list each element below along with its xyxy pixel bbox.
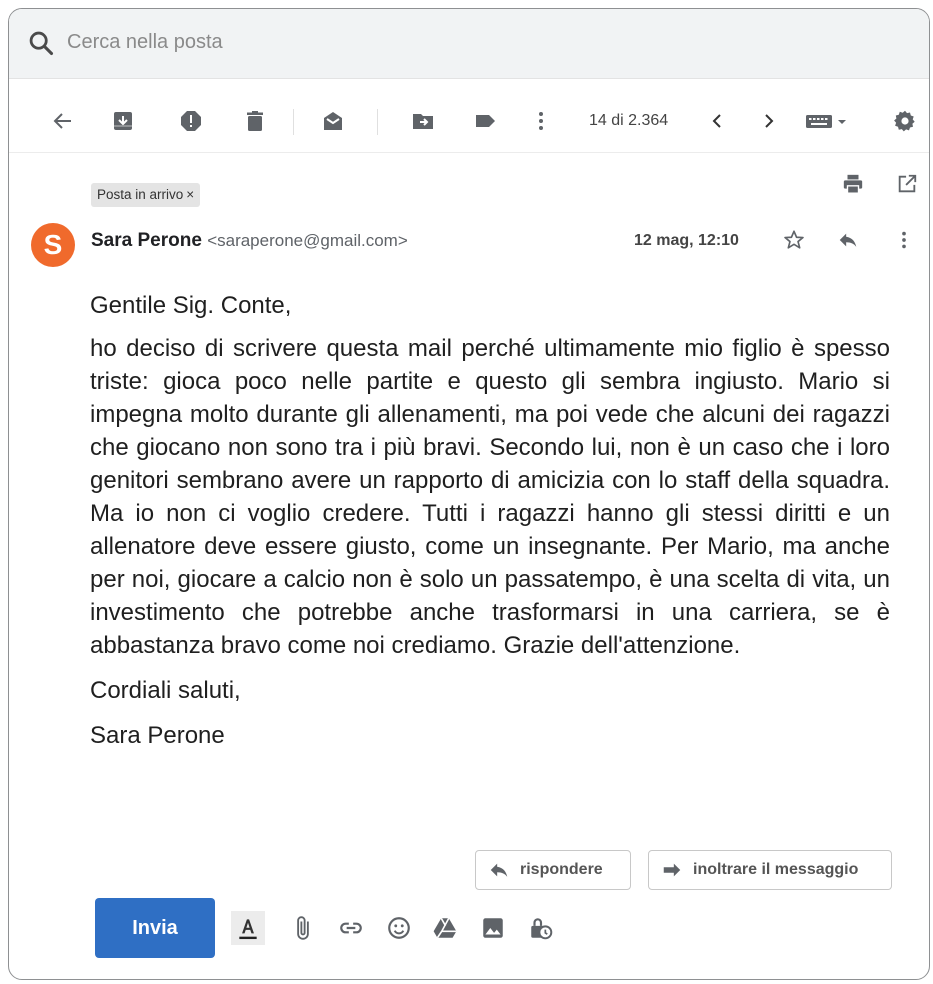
insert-photo-icon[interactable] [476, 911, 510, 945]
inbox-label-chip: Posta in arrivo × [91, 183, 201, 207]
send-button[interactable]: Invia [95, 898, 215, 958]
avatar: S [31, 223, 75, 267]
label-icon[interactable] [471, 107, 499, 135]
search-input[interactable]: Cerca nella posta [67, 31, 223, 54]
reply-icon [490, 863, 508, 877]
message-body: Gentile Sig. Conte, ho deciso di scriver… [90, 279, 890, 752]
reply-icon[interactable] [835, 227, 861, 253]
closing: Cordiali saluti, [90, 677, 241, 704]
greeting: Gentile Sig. Conte, [90, 292, 292, 319]
more-vertical-icon[interactable] [527, 107, 555, 135]
emoji-icon[interactable] [382, 911, 416, 945]
label-chip-text: Posta in arrivo [97, 187, 184, 202]
chevron-left-icon[interactable] [703, 107, 731, 135]
message-counter: 14 di 2.364 [589, 112, 669, 129]
open-in-new-window-icon[interactable] [894, 171, 920, 197]
body-paragraph: ho deciso di scrivere questa mail perché… [90, 335, 890, 659]
google-drive-icon[interactable] [428, 911, 462, 945]
message-toolbar: 14 di 2.364 [9, 89, 929, 153]
search-icon[interactable] [27, 29, 55, 57]
email-window: Cerca nella posta 14 di 2.364 Posta in a… [8, 8, 930, 980]
message-date: 12 mag, 12:10 [634, 232, 739, 249]
archive-icon[interactable] [109, 107, 137, 135]
report-spam-icon[interactable] [177, 107, 205, 135]
forward-icon [663, 863, 681, 877]
insert-link-icon[interactable] [334, 911, 368, 945]
reply-button[interactable]: rispondere [475, 850, 631, 890]
star-icon[interactable] [781, 227, 807, 253]
mark-unread-icon[interactable] [319, 107, 347, 135]
text-format-icon[interactable] [231, 911, 265, 945]
sender-line: Sara Perone <saraperone@gmail.com> [91, 230, 408, 252]
remove-label-button[interactable]: × [186, 187, 194, 202]
delete-icon[interactable] [241, 107, 269, 135]
attach-file-icon[interactable] [286, 911, 320, 945]
move-to-icon[interactable] [409, 107, 437, 135]
signature: Sara Perone [90, 722, 225, 749]
toolbar-divider [377, 109, 378, 135]
more-vertical-icon[interactable] [891, 227, 917, 253]
back-arrow-icon[interactable] [49, 107, 77, 135]
reply-button-label: rispondere [520, 861, 603, 878]
print-icon[interactable] [840, 171, 866, 197]
settings-gear-icon[interactable] [891, 107, 919, 135]
keyboard-icon[interactable] [805, 107, 849, 135]
forward-button-label: inoltrare il messaggio [693, 861, 859, 878]
sender-email: <saraperone@gmail.com> [207, 231, 408, 250]
confidential-mode-icon[interactable] [524, 911, 558, 945]
search-bar[interactable]: Cerca nella posta [9, 9, 929, 79]
toolbar-divider [293, 109, 294, 135]
chevron-right-icon[interactable] [755, 107, 783, 135]
forward-button[interactable]: inoltrare il messaggio [648, 850, 892, 890]
sender-name: Sara Perone [91, 230, 202, 251]
